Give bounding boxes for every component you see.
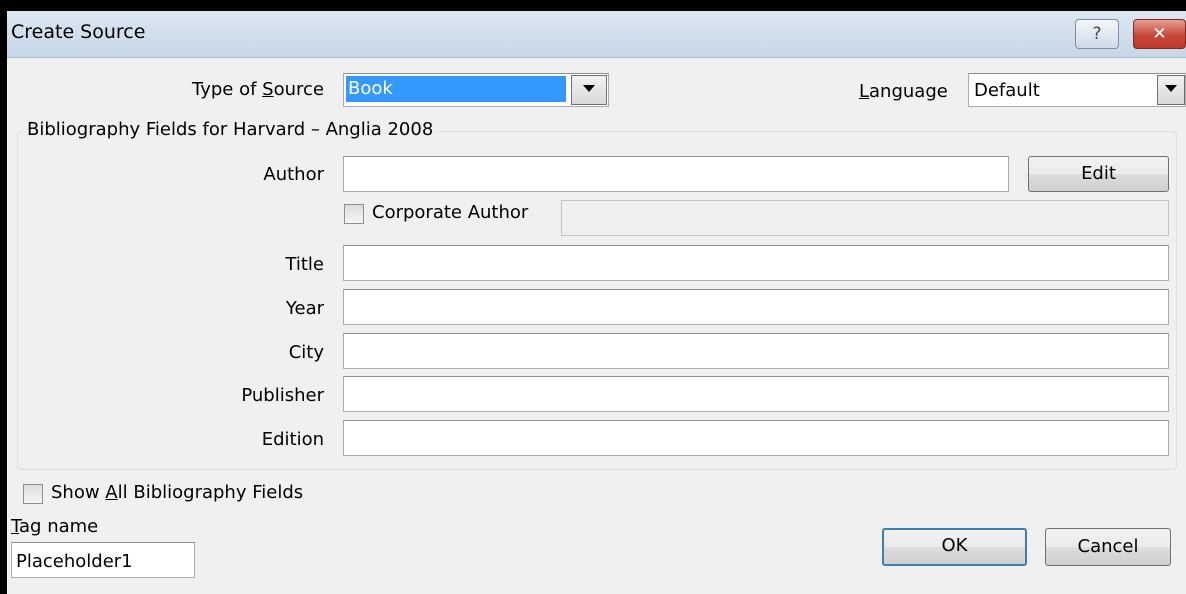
- language-dropdown-button[interactable]: [1157, 75, 1185, 105]
- bibliography-fields-legend: Bibliography Fields for Harvard – Anglia…: [23, 119, 438, 140]
- language-select[interactable]: Default: [968, 73, 1186, 107]
- type-of-source-accesskey: S: [262, 79, 274, 100]
- type-of-source-dropdown-button[interactable]: [571, 75, 607, 105]
- chevron-down-icon: [1165, 85, 1177, 92]
- help-button[interactable]: ?: [1075, 19, 1119, 49]
- type-of-source-label: Type of Source: [192, 79, 324, 100]
- year-input[interactable]: [343, 289, 1169, 325]
- city-label: City: [288, 342, 324, 363]
- show-all-accesskey: A: [105, 482, 118, 503]
- language-value: Default: [974, 80, 1040, 101]
- title-label: Title: [285, 254, 324, 275]
- chevron-down-icon: [583, 85, 595, 92]
- create-source-dialog: Create Source ? ✕ Type of Source Book La…: [7, 11, 1186, 594]
- show-all-fields-label: Show All Bibliography Fields: [51, 482, 304, 503]
- show-all-fields-checkbox[interactable]: [23, 484, 43, 504]
- help-icon: ?: [1092, 24, 1102, 44]
- tag-name-value: Placeholder1: [16, 551, 133, 572]
- year-label: Year: [285, 298, 324, 319]
- corporate-author-checkbox[interactable]: [344, 204, 364, 224]
- language-accesskey: L: [859, 81, 870, 102]
- close-button[interactable]: ✕: [1133, 19, 1186, 49]
- cancel-button[interactable]: Cancel: [1045, 528, 1171, 566]
- author-input[interactable]: [343, 156, 1009, 192]
- language-label: Language: [859, 81, 948, 102]
- dialog-title: Create Source: [11, 21, 146, 43]
- ok-button[interactable]: OK: [882, 528, 1027, 566]
- title-bar[interactable]: Create Source ? ✕: [7, 11, 1186, 58]
- tag-name-label: Tag name: [11, 516, 99, 537]
- title-input[interactable]: [343, 245, 1169, 281]
- tag-name-input[interactable]: Placeholder1: [11, 542, 195, 578]
- edition-label: Edition: [261, 429, 324, 450]
- publisher-input[interactable]: [343, 376, 1169, 412]
- type-of-source-select[interactable]: Book: [343, 73, 609, 107]
- tag-name-accesskey: T: [11, 516, 20, 537]
- close-icon: ✕: [1152, 24, 1167, 44]
- author-label: Author: [263, 164, 324, 185]
- edition-input[interactable]: [343, 420, 1169, 456]
- corporate-author-input: [561, 200, 1169, 236]
- city-input[interactable]: [343, 333, 1169, 369]
- type-of-source-value: Book: [346, 76, 566, 102]
- edit-button[interactable]: Edit: [1028, 156, 1169, 192]
- publisher-label: Publisher: [241, 385, 324, 406]
- corporate-author-label: Corporate Author: [372, 202, 529, 223]
